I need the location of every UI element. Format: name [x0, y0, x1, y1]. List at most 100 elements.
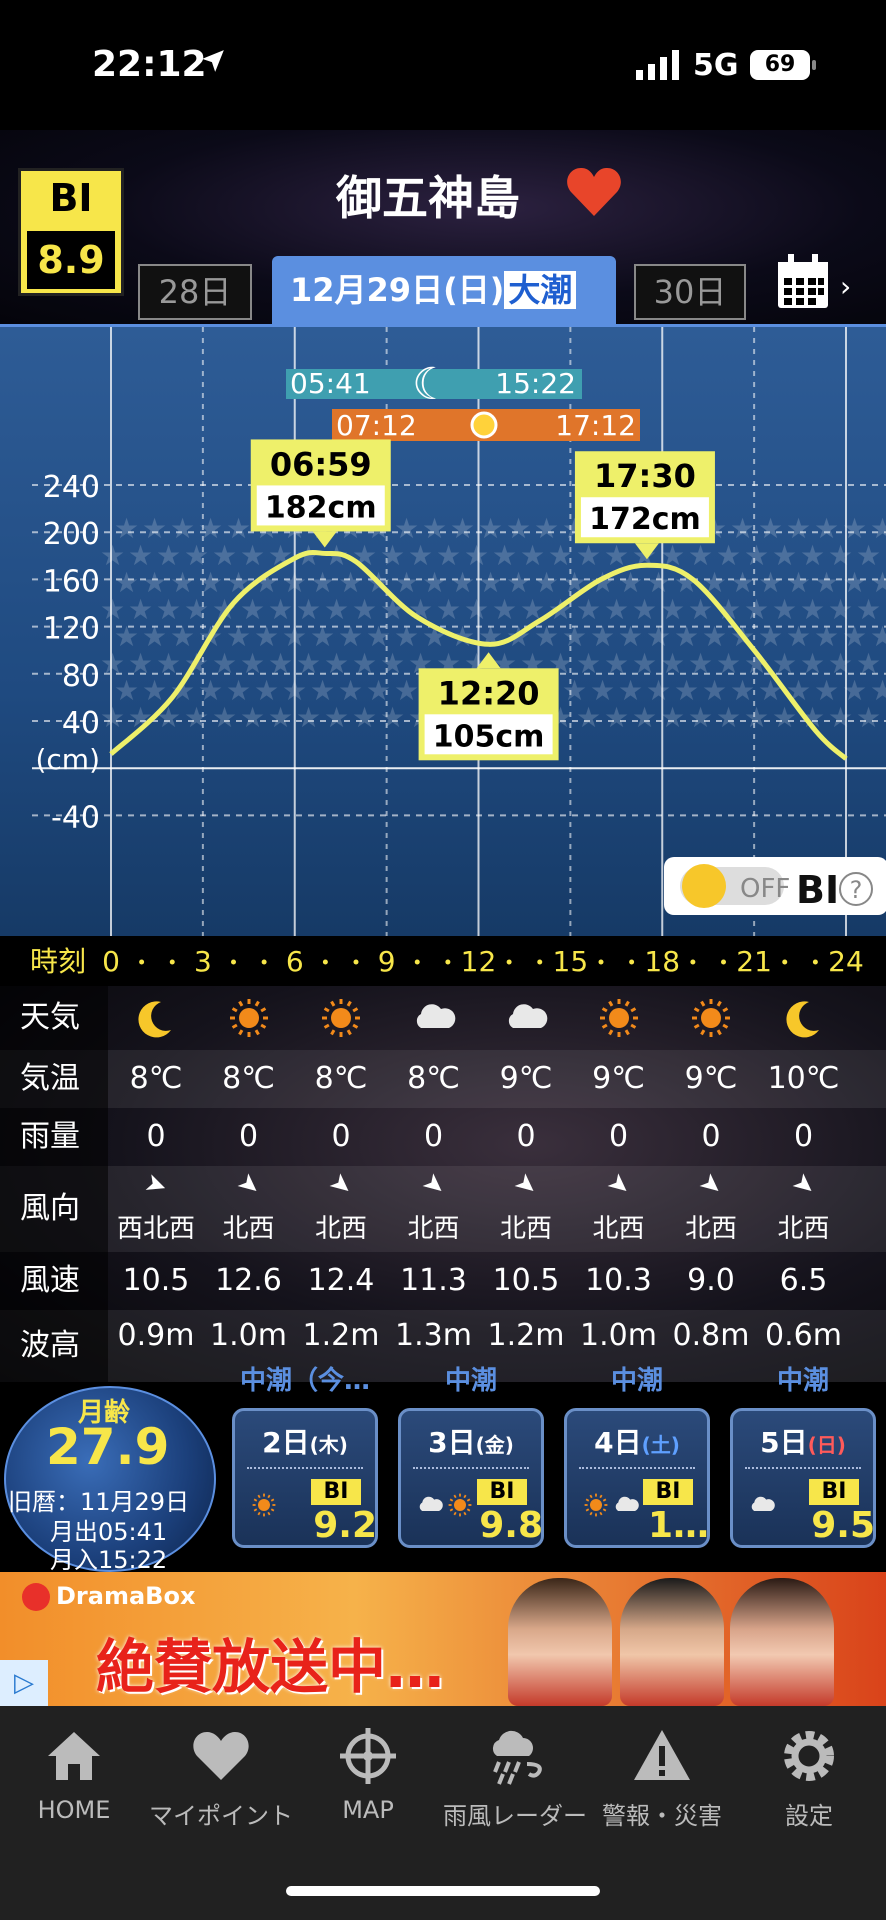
table-cell: 9.0: [687, 1263, 735, 1298]
time-tick: 15: [553, 945, 589, 978]
nav-item-crosshair[interactable]: MAP: [294, 1726, 442, 1824]
day-bi-label: BI: [311, 1479, 361, 1505]
nav-label: MAP: [342, 1796, 394, 1824]
table-cell: ➤ 北西: [573, 1166, 665, 1245]
annotation-time: 17:30: [594, 457, 696, 495]
sun-icon: [599, 999, 638, 1037]
cloud-icon: [508, 1004, 548, 1028]
time-tick: 9: [378, 945, 396, 978]
annotation-time: 12:20: [438, 674, 540, 712]
day-card[interactable]: 3日(金) BI 9.8: [398, 1408, 544, 1548]
nav-label: 雨風レーダー: [443, 1802, 587, 1830]
time-dot: [445, 959, 451, 965]
nav-label: 設定: [785, 1802, 833, 1830]
table-cell: ➤ 北西: [758, 1166, 850, 1245]
ad-person-image: [620, 1578, 724, 1706]
ad-banner[interactable]: DramaBox 絶賛放送中… ▷: [0, 1572, 886, 1706]
star-icon: ★: [786, 512, 811, 545]
day-date-number: 3日: [428, 1426, 476, 1459]
tide-chart-svg: ★ ★ ★ ★ ★ ★ ★ ★ ★ ★ ★ ★ ★ ★ ★ ★ ★ ★ ★ ★ ★ ★ ★★ ★ ★ ★ ★ ★ ★ ★ ★ ★ ★ ★ ★ ★ ★ ★ ★…: [32, 327, 886, 939]
y-tick-label: 80: [62, 659, 100, 694]
signal-icon: [636, 50, 679, 80]
moon-age-panel[interactable]: 月齢 27.9 旧暦：11月29日 月出05:41 月入15:22: [4, 1386, 216, 1574]
y-axis-label: (cm): [35, 743, 100, 776]
day-date-number: 5日: [760, 1426, 808, 1459]
day-date-number: 4日: [594, 1426, 642, 1459]
time-tick: 3: [194, 945, 212, 978]
time-dot: [414, 959, 420, 965]
table-cell: 9℃: [684, 1061, 738, 1096]
nav-label: マイポイント: [149, 1802, 293, 1830]
y-tick-label: -40: [51, 800, 100, 835]
calendar-icon[interactable]: [776, 254, 830, 310]
chevron-right-icon[interactable]: ›: [840, 270, 851, 303]
prev-day-button[interactable]: 28日: [138, 264, 252, 320]
sun-icon: [470, 411, 498, 439]
table-cell: ➤ 北西: [480, 1166, 572, 1245]
nav-item-heart[interactable]: マイポイント: [147, 1726, 295, 1831]
y-tick-label: 160: [43, 564, 100, 599]
table-cell: ➤ 北西: [203, 1166, 295, 1245]
tide-annotation: 06:59 182cm: [250, 439, 391, 548]
day-card[interactable]: 5日(日) BI 9.5: [730, 1408, 876, 1548]
current-date-tab[interactable]: 12月29日(日) 大潮: [272, 256, 616, 324]
day-date: 3日(金): [401, 1421, 541, 1461]
nav-label: 警報・災害: [602, 1802, 722, 1830]
day-bi-label: BI: [809, 1479, 859, 1505]
table-cell: 8℃: [407, 1061, 460, 1096]
location-arrow-icon: [202, 50, 224, 72]
row-header: 風向: [0, 1166, 108, 1252]
ad-title: 絶賛放送中…: [96, 1633, 445, 1701]
time-tick: 12: [461, 945, 497, 978]
nav-item-warning[interactable]: 警報・災害: [588, 1726, 736, 1831]
table-cell: 1.3m: [395, 1318, 472, 1353]
time-dot: [598, 959, 604, 965]
time-dot: [812, 959, 818, 965]
day-card[interactable]: 2日(木) BI 9.2: [232, 1408, 378, 1548]
table-cell: 1.0m: [580, 1318, 657, 1353]
y-tick-label: 240: [43, 470, 100, 505]
table-row-temp: 気温 8℃ 8℃ 8℃ 8℃ 9℃ 9℃ 9℃ 10℃: [0, 1050, 886, 1108]
day-tide-label: 中潮: [610, 1366, 663, 1396]
day-weekday: (土): [641, 1433, 680, 1457]
current-date-label: 12月29日(日): [290, 271, 505, 309]
favorite-heart-icon[interactable]: [566, 166, 622, 218]
toggle-bi-label: BI: [796, 868, 839, 912]
crosshair-icon: [340, 1728, 396, 1784]
time-dot: [261, 959, 267, 965]
time-tick: 24: [828, 945, 864, 978]
table-cell: 11.3: [400, 1263, 467, 1298]
table-cell: 10.5: [492, 1263, 560, 1298]
time-tick: 6: [286, 945, 304, 978]
ad-choices-icon[interactable]: ▷: [0, 1660, 48, 1706]
nav-item-gear[interactable]: 設定: [735, 1726, 883, 1831]
day-date-number: 2日: [262, 1426, 310, 1459]
next-day-button[interactable]: 30日: [634, 264, 746, 320]
ad-person-image: [508, 1578, 612, 1706]
status-time: 22:12: [92, 44, 207, 85]
nav-item-rain-wind[interactable]: 雨風レーダー: [441, 1726, 589, 1831]
day-tide-label: 中潮: [444, 1366, 497, 1396]
day-card[interactable]: 4日(土) BI 1…: [564, 1408, 710, 1548]
divider: [247, 1467, 363, 1469]
bi-badge[interactable]: BI 8.9: [18, 168, 124, 296]
battery-icon: 69: [750, 50, 816, 80]
table-cell: 1.2m: [487, 1318, 565, 1353]
cloud-icon: [419, 1496, 443, 1511]
sunrise-time: 07:12: [336, 409, 417, 442]
table-cell: [295, 996, 387, 1048]
nav-item-home[interactable]: HOME: [0, 1726, 148, 1824]
heart-icon: [193, 1732, 249, 1780]
divider: [413, 1467, 529, 1469]
table-cell: 12.4: [307, 1263, 375, 1298]
time-dot: [322, 959, 328, 965]
moon-icon: ☾: [412, 359, 451, 410]
table-cell: 9℃: [499, 1061, 553, 1096]
sun-icon: [692, 999, 730, 1037]
table-row-weather: 天気: [0, 986, 886, 1050]
row-header: 雨量: [0, 1108, 108, 1166]
table-cell: [203, 996, 295, 1048]
table-cell: 0.8m: [672, 1318, 750, 1353]
row-header: 天気: [0, 986, 108, 1050]
table-cell: [480, 996, 572, 1048]
